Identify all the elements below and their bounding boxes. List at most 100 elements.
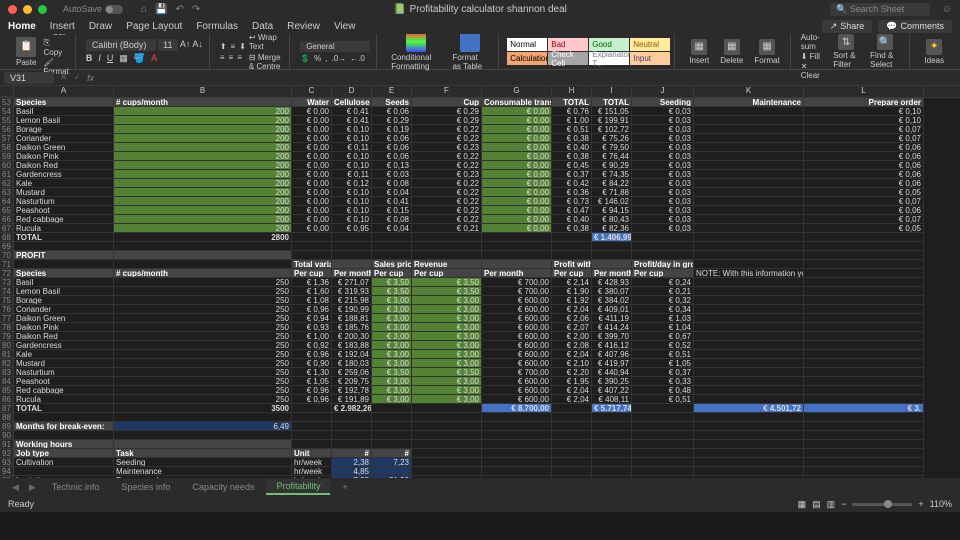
cell[interactable]: 7,38 xyxy=(332,476,372,478)
cell[interactable] xyxy=(114,251,292,260)
cell[interactable]: € 600,00 xyxy=(482,314,552,323)
cell[interactable]: € 0,51 xyxy=(632,395,694,404)
cell[interactable]: Peashoot xyxy=(14,377,114,386)
cell[interactable]: € 407,96 xyxy=(592,350,632,359)
font-name-select[interactable]: Calibri (Body) xyxy=(86,39,156,51)
cell[interactable]: € 319,93 xyxy=(332,287,372,296)
cell[interactable]: Task xyxy=(114,449,292,458)
cell[interactable]: € 0,00 xyxy=(482,197,552,206)
cell[interactable]: € 183,88 xyxy=(332,341,372,350)
cell[interactable]: € 90,29 xyxy=(592,161,632,170)
cell[interactable]: 200 xyxy=(114,170,292,179)
cell[interactable] xyxy=(632,404,694,413)
cell[interactable]: € 0,24 xyxy=(632,278,694,287)
cell[interactable]: € 408,11 xyxy=(592,395,632,404)
cell[interactable] xyxy=(372,467,412,476)
cell[interactable]: € 600,00 xyxy=(482,386,552,395)
row-number[interactable]: 92 xyxy=(0,449,14,458)
cell[interactable] xyxy=(632,449,694,458)
cell[interactable] xyxy=(552,467,592,476)
fill-color-button[interactable]: 🪣 xyxy=(134,53,145,64)
cell[interactable] xyxy=(592,431,632,440)
cell[interactable]: € 0,22 xyxy=(412,134,482,143)
cell[interactable]: € 0,03 xyxy=(632,215,694,224)
cell[interactable]: € 0,06 xyxy=(804,179,924,188)
row-number[interactable]: 82 xyxy=(0,359,14,368)
cell[interactable] xyxy=(694,323,804,332)
cell[interactable]: € 0,00 xyxy=(482,188,552,197)
cell[interactable]: € 0,00 xyxy=(292,179,332,188)
cell[interactable]: € 0,03 xyxy=(372,170,412,179)
insert-cells-button[interactable]: ▦Insert xyxy=(685,37,713,67)
cell[interactable] xyxy=(482,440,552,449)
cell[interactable] xyxy=(694,350,804,359)
cell[interactable] xyxy=(694,242,804,251)
row-number[interactable]: 90 xyxy=(0,431,14,440)
cell[interactable]: € 71,88 xyxy=(592,188,632,197)
cell[interactable] xyxy=(632,458,694,467)
cell-style[interactable]: Explanatory T... xyxy=(589,52,629,65)
cell[interactable]: € 0,15 xyxy=(372,206,412,215)
cell[interactable]: € 700,00 xyxy=(482,278,552,287)
cell[interactable]: 250 xyxy=(114,386,292,395)
cell[interactable]: € 0,90 xyxy=(292,359,332,368)
cell[interactable]: Prepare order xyxy=(114,476,292,478)
column-header[interactable]: C xyxy=(292,86,332,97)
row-number[interactable]: 60 xyxy=(0,161,14,170)
cell[interactable]: € 209,75 xyxy=(332,377,372,386)
row-number[interactable]: 79 xyxy=(0,332,14,341)
cell[interactable]: € 146,02 xyxy=(592,197,632,206)
cell[interactable]: € 0,93 xyxy=(292,323,332,332)
cell[interactable]: € 1,30 xyxy=(292,368,332,377)
cell[interactable]: € 0,00 xyxy=(292,143,332,152)
cell[interactable]: Species xyxy=(14,269,114,278)
cell[interactable] xyxy=(804,341,924,350)
cell[interactable] xyxy=(694,251,804,260)
cell[interactable]: € 0,00 xyxy=(482,179,552,188)
cell[interactable]: 200 xyxy=(114,197,292,206)
cell[interactable] xyxy=(694,431,804,440)
cell[interactable]: € 0,32 xyxy=(632,296,694,305)
cell[interactable]: € 0,22 xyxy=(412,197,482,206)
cell[interactable]: Red cabbage xyxy=(14,215,114,224)
cell[interactable] xyxy=(482,467,552,476)
cell[interactable] xyxy=(804,242,924,251)
cell[interactable]: € 0,33 xyxy=(632,377,694,386)
row-number[interactable]: 70 xyxy=(0,251,14,260)
cell[interactable]: € 0,38 xyxy=(552,134,592,143)
cell[interactable]: Per month xyxy=(332,269,372,278)
cell[interactable]: Gardencress xyxy=(14,170,114,179)
undo-icon[interactable]: ↶ xyxy=(176,4,184,15)
cell[interactable]: € 1,04 xyxy=(632,323,694,332)
cell[interactable]: € 0,92 xyxy=(292,341,332,350)
cell[interactable]: € 0,06 xyxy=(372,143,412,152)
cell[interactable]: Kale xyxy=(14,350,114,359)
cell[interactable] xyxy=(694,296,804,305)
cell[interactable]: € 259,06 xyxy=(332,368,372,377)
cell[interactable] xyxy=(592,476,632,478)
cell[interactable]: € 2,04 xyxy=(552,386,592,395)
cell[interactable]: 250 xyxy=(114,395,292,404)
cell[interactable]: € 3,00 xyxy=(372,377,412,386)
cell[interactable]: € 180,03 xyxy=(332,359,372,368)
cell[interactable]: € 0,10 xyxy=(332,215,372,224)
cell[interactable] xyxy=(332,431,372,440)
cell[interactable]: € 0,96 xyxy=(292,305,332,314)
font-size-select[interactable]: 11 xyxy=(158,39,178,51)
cell[interactable]: Maintenance xyxy=(694,98,804,107)
tab-data[interactable]: Data xyxy=(252,21,273,32)
cell[interactable] xyxy=(632,413,694,422)
fx-icon[interactable]: fx xyxy=(87,73,94,83)
cell[interactable]: € 3,00 xyxy=(412,350,482,359)
cell[interactable]: € 94,15 xyxy=(592,206,632,215)
cell[interactable]: € 0,06 xyxy=(804,152,924,161)
cell[interactable]: € 0,03 xyxy=(632,161,694,170)
cell[interactable]: € 0,10 xyxy=(332,134,372,143)
row-number[interactable]: 61 xyxy=(0,170,14,179)
cell[interactable] xyxy=(412,413,482,422)
cell[interactable] xyxy=(372,404,412,413)
cell[interactable]: € 8.700,00 xyxy=(482,404,552,413)
cell[interactable]: € 2,07 xyxy=(552,323,592,332)
cell[interactable]: Consumable transport (car) xyxy=(482,98,552,107)
cell[interactable]: Per month xyxy=(592,269,632,278)
